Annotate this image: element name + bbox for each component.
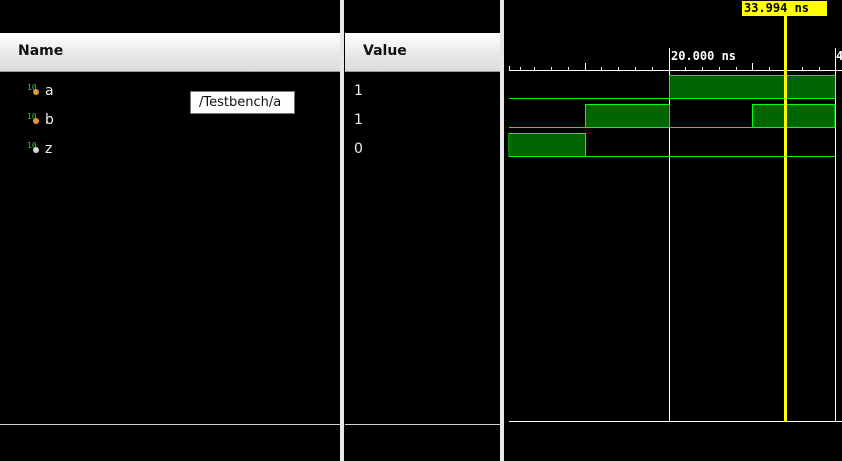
time-ticks xyxy=(509,63,820,71)
waveform-high-b2 xyxy=(753,105,835,127)
cursor-time-value: 33.994 ns xyxy=(744,1,810,15)
time-marker-label-next: 4 xyxy=(836,49,842,63)
waveform-high-a xyxy=(670,76,835,98)
cursor-time-label[interactable]: 33.994 ns xyxy=(742,1,827,16)
waveform-canvas[interactable] xyxy=(0,0,842,461)
waveform-high-b1 xyxy=(586,105,669,127)
waveform-high-z xyxy=(510,134,585,156)
time-marker-label: 20.000 ns xyxy=(671,49,737,63)
